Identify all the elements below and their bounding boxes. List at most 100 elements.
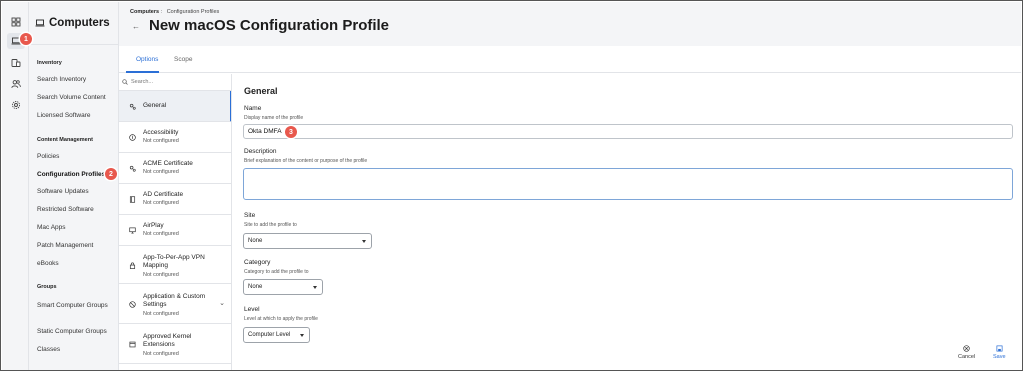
- caret-down-icon: [300, 334, 304, 337]
- site-help: Site to add the profile to: [244, 222, 297, 228]
- sidebar-item-licensed-software[interactable]: Licensed Software: [29, 112, 118, 119]
- payload-name: ACME Certificate: [143, 160, 193, 167]
- site-select[interactable]: None: [243, 233, 372, 249]
- caret-down-icon: [362, 240, 366, 243]
- payload-name: Accessibility: [143, 129, 179, 136]
- level-select[interactable]: Computer Level: [243, 327, 310, 343]
- users-icon[interactable]: [7, 76, 25, 92]
- payload-item-application-custom-settings[interactable]: Application & Custom Settings Not config…: [119, 284, 231, 324]
- level-help: Level at which to apply the profile: [244, 316, 318, 322]
- tab-bar: Options Scope: [119, 46, 1021, 73]
- description-help: Brief explanation of the content or purp…: [244, 158, 368, 164]
- category-label: Category: [244, 259, 271, 266]
- icon-rail: [2, 2, 29, 370]
- payload-status: Not configured: [143, 311, 179, 317]
- settings-gear-icon[interactable]: [7, 97, 25, 113]
- sidebar-item-classes[interactable]: Classes: [29, 346, 118, 353]
- chevron-down-icon[interactable]: ⌄: [219, 299, 225, 307]
- active-tab-indicator: [126, 71, 159, 73]
- sidebar-item-patch-management[interactable]: Patch Management: [29, 242, 118, 249]
- sidebar-item-smart-computer-groups[interactable]: Smart Computer Groups: [29, 301, 109, 311]
- site-label: Site: [244, 212, 256, 219]
- payload-status: Not configured: [143, 231, 179, 237]
- sidebar-item-restricted-software[interactable]: Restricted Software: [29, 206, 118, 213]
- site-select-value: None: [248, 238, 263, 244]
- payload-item-approved-kernel-extensions[interactable]: Approved Kernel Extensions Not configure…: [119, 324, 231, 364]
- extension-icon: [129, 341, 136, 348]
- category-select-value: None: [248, 284, 263, 290]
- document-icon: [129, 196, 136, 203]
- sidebar: Computers Inventory Search Inventory Sea…: [29, 2, 119, 370]
- page-title: New macOS Configuration Profile: [149, 17, 390, 34]
- description-label: Description: [244, 148, 277, 155]
- search-icon: [122, 79, 128, 85]
- tab-options[interactable]: Options: [136, 56, 158, 63]
- payload-name: Application & Custom Settings: [143, 293, 206, 308]
- level-select-value: Computer Level: [248, 332, 291, 338]
- devices-icon[interactable]: [7, 55, 25, 71]
- payload-item-ad-certificate[interactable]: AD Certificate Not configured: [119, 184, 231, 215]
- sidebar-header: Computers: [29, 2, 118, 45]
- search-input[interactable]: [131, 79, 221, 85]
- breadcrumb-parent[interactable]: Computers: [130, 9, 159, 15]
- payload-name: AD Certificate: [143, 191, 184, 198]
- name-label: Name: [244, 105, 262, 112]
- gear-icon: [129, 103, 136, 110]
- block-icon: [129, 301, 136, 308]
- sidebar-item-search-volume-content[interactable]: Search Volume Content: [29, 94, 118, 101]
- step-badge-1: 1: [20, 33, 32, 45]
- payload-name: General: [143, 102, 167, 109]
- breadcrumb: Computers : Configuration Profiles: [130, 9, 219, 15]
- category-select[interactable]: None: [243, 279, 323, 295]
- name-help: Display name of the profile: [244, 115, 304, 121]
- computer-icon: [35, 19, 45, 27]
- level-label: Level: [244, 306, 260, 313]
- sidebar-item-search-inventory[interactable]: Search Inventory: [29, 76, 118, 83]
- category-help: Category to add the profile to: [244, 269, 309, 275]
- payload-search: [119, 74, 231, 91]
- page-header: Computers : Configuration Profiles ← New…: [119, 2, 1021, 46]
- payload-item-accessibility[interactable]: Accessibility Not configured: [119, 122, 231, 153]
- cancel-button[interactable]: Cancel: [958, 345, 975, 360]
- sidebar-item-static-computer-groups[interactable]: Static Computer Groups: [29, 328, 118, 335]
- sidebar-title: Computers: [49, 17, 110, 29]
- caret-down-icon: [313, 286, 317, 289]
- nav-section-content-management: Content Management: [37, 137, 93, 143]
- step-badge-3: 3: [285, 126, 297, 138]
- sidebar-item-mac-apps[interactable]: Mac Apps: [29, 224, 118, 231]
- breadcrumb-current: Configuration Profiles: [166, 9, 220, 15]
- save-button[interactable]: Save: [993, 345, 1006, 360]
- payload-item-app-to-per-app-vpn-mapping[interactable]: App-To-Per-App VPN Mapping Not configure…: [119, 246, 231, 284]
- payload-status: Not configured: [143, 169, 179, 175]
- nav-section-groups: Groups: [37, 284, 57, 290]
- payload-item-general[interactable]: General: [119, 91, 231, 122]
- description-field[interactable]: [243, 168, 1013, 200]
- payload-status: Not configured: [143, 351, 179, 357]
- app-window: 1 Computers Inventory Search Inventory S…: [0, 0, 1023, 371]
- payload-status: Not configured: [143, 272, 179, 278]
- form-section-title: General: [244, 86, 278, 96]
- payload-name: Approved Kernel Extensions: [143, 333, 192, 348]
- payload-status: Not configured: [143, 138, 179, 144]
- breadcrumb-separator: :: [160, 9, 163, 15]
- sidebar-item-ebooks[interactable]: eBooks: [29, 260, 118, 267]
- save-label: Save: [993, 354, 1006, 360]
- name-field[interactable]: Okta DMFA: [243, 124, 1013, 139]
- save-icon: [996, 345, 1003, 352]
- cancel-label: Cancel: [958, 354, 976, 360]
- airplay-icon: [129, 227, 136, 234]
- general-form: General Name Display name of the profile…: [233, 74, 1021, 370]
- payload-item-airplay[interactable]: AirPlay Not configured: [119, 215, 231, 246]
- lock-icon: [129, 262, 136, 269]
- accessibility-icon: [129, 134, 136, 141]
- sidebar-item-policies[interactable]: Policies: [29, 153, 118, 160]
- step-badge-2: 2: [105, 168, 117, 180]
- payload-item-acme-certificate[interactable]: ACME Certificate Not configured: [119, 153, 231, 184]
- payload-list: General Accessibility Not configured ACM…: [119, 74, 232, 370]
- tab-scope[interactable]: Scope: [174, 56, 192, 63]
- payload-name: App-To-Per-App VPN Mapping: [143, 254, 205, 269]
- nav-section-inventory: Inventory: [37, 60, 62, 66]
- back-arrow-icon[interactable]: ←: [132, 22, 140, 31]
- sidebar-item-software-updates[interactable]: Software Updates: [29, 188, 118, 195]
- dashboard-icon[interactable]: [7, 14, 25, 30]
